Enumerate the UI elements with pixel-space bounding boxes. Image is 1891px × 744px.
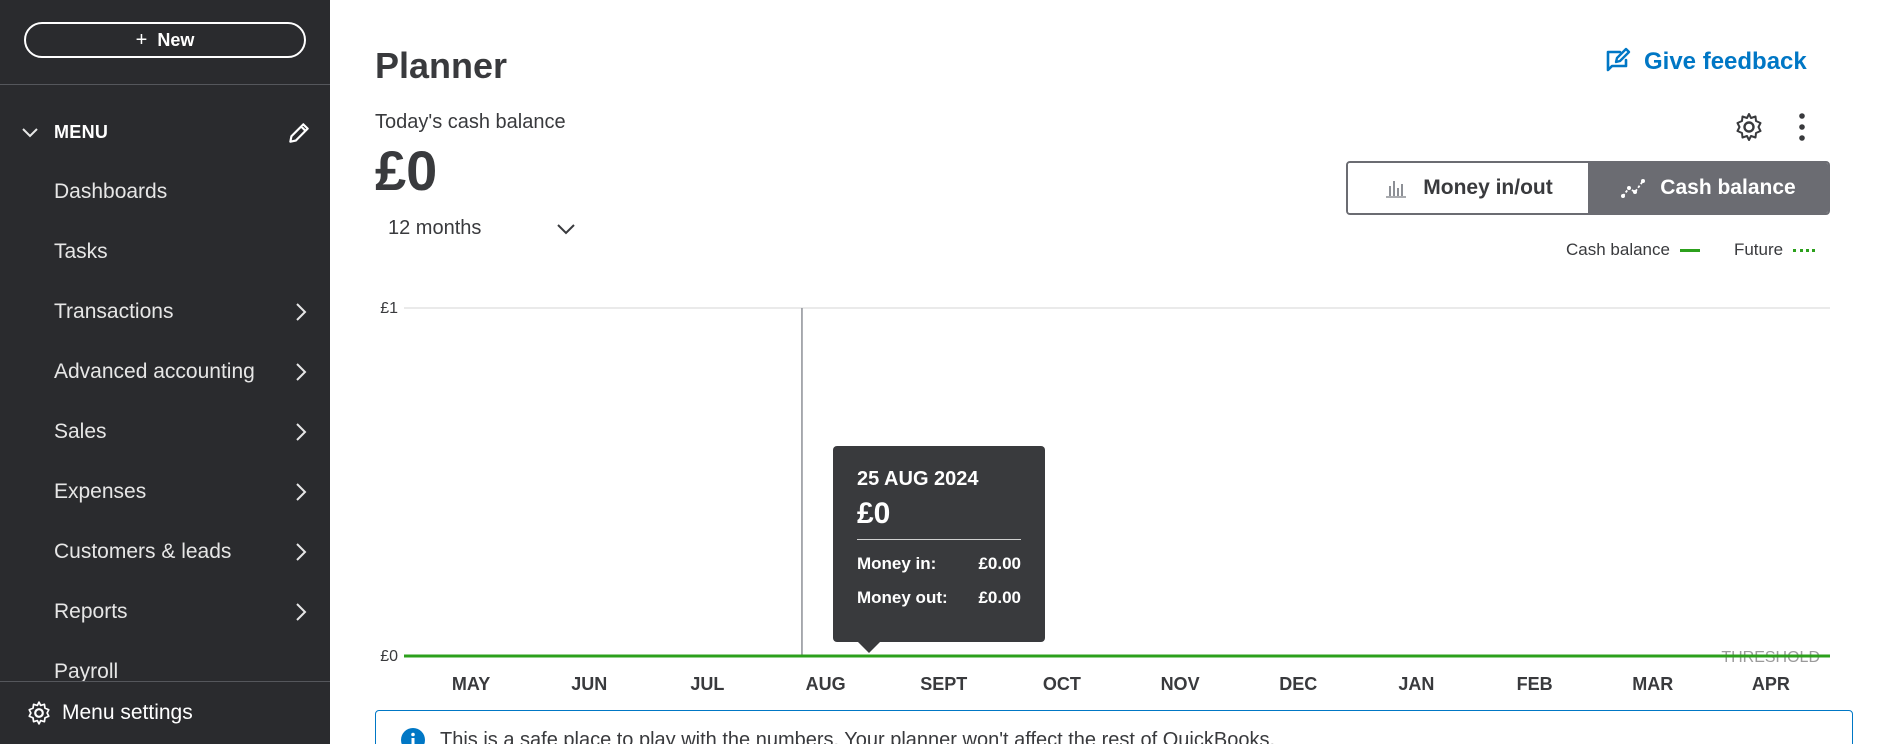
plus-icon: + xyxy=(135,28,148,51)
x-tick-label: DEC xyxy=(1279,674,1317,694)
info-banner-text: This is a safe place to play with the nu… xyxy=(440,728,1276,744)
line-chart-icon xyxy=(1621,179,1646,198)
cash-balance-chart: £1£0 THRESHOLDMAY JUN JUL AUG SEPT OCT NOV DEC JA… xyxy=(380,300,1830,694)
main-content: Planner Give feedback Today's cash balan… xyxy=(330,0,1891,744)
tooltip-date: 25 AUG 2024 xyxy=(857,468,979,490)
tooltip-money-in-label: Money in: xyxy=(857,554,937,573)
chevron-right-icon xyxy=(296,543,307,561)
sidebar-divider xyxy=(0,84,330,85)
bar-chart-icon xyxy=(1386,181,1407,198)
sidebar-item-label: Expenses xyxy=(54,480,147,503)
gear-icon[interactable] xyxy=(1733,111,1765,143)
x-tick-label: MAY xyxy=(452,674,490,694)
menu-label: MENU xyxy=(54,122,109,142)
sidebar-item-expenses[interactable]: Expenses xyxy=(0,462,330,522)
sidebar-item-label: Sales xyxy=(54,420,107,443)
x-tick-label: JAN xyxy=(1398,674,1434,694)
give-feedback-label: Give feedback xyxy=(1644,48,1807,75)
cash-balance-toggle-label: Cash balance xyxy=(1660,176,1796,199)
new-button[interactable]: + New xyxy=(24,22,306,58)
legend-label: Cash balance xyxy=(1566,240,1670,259)
menu-settings-button[interactable]: Menu settings xyxy=(0,681,330,744)
sidebar-item-label: Dashboards xyxy=(54,180,168,203)
tooltip-money-in-row: Money in: £0.00 xyxy=(857,554,1021,574)
chevron-right-icon xyxy=(296,603,307,621)
feedback-icon xyxy=(1606,47,1631,72)
tooltip-value: £0 xyxy=(857,497,1021,540)
chevron-right-icon xyxy=(296,483,307,501)
money-in-out-label: Money in/out xyxy=(1423,176,1553,199)
more-options-icon[interactable] xyxy=(1796,111,1808,143)
app-window: + New MENU Dashboards Tasks Transactions xyxy=(0,0,1891,744)
chevron-down-icon xyxy=(557,224,575,235)
sidebar-item-tasks[interactable]: Tasks xyxy=(0,222,330,282)
sidebar-item-label: Tasks xyxy=(54,240,108,263)
sidebar: + New MENU Dashboards Tasks Transactions xyxy=(0,0,330,744)
cash-balance-label: Today's cash balance xyxy=(375,111,566,133)
give-feedback-link[interactable]: Give feedback xyxy=(1602,46,1807,78)
menu-settings-label: Menu settings xyxy=(62,701,193,724)
view-toggle: Money in/out Cash balance xyxy=(1346,161,1830,215)
x-tick-label: JUN xyxy=(571,674,607,694)
sidebar-item-label: Customers & leads xyxy=(54,540,232,563)
cash-balance-button[interactable]: Cash balance xyxy=(1588,163,1828,213)
legend-swatch-solid xyxy=(1679,248,1700,252)
legend-swatch-dotted xyxy=(1793,248,1816,252)
cash-balance-value: £0 xyxy=(375,139,438,202)
chart-legend: Cash balance Future xyxy=(1566,240,1816,260)
y-tick-label: £0 xyxy=(380,648,398,665)
x-tick-label: APR xyxy=(1752,674,1790,694)
chevron-right-icon xyxy=(296,363,307,381)
sidebar-nav: Dashboards Tasks Transactions Advanced a… xyxy=(0,162,330,702)
tooltip-money-in-value: £0.00 xyxy=(978,554,1021,573)
money-in-out-button[interactable]: Money in/out xyxy=(1348,163,1588,213)
sidebar-item-reports[interactable]: Reports xyxy=(0,582,330,642)
legend-item-cash-balance: Cash balance xyxy=(1566,240,1700,260)
tooltip-money-out-label: Money out: xyxy=(857,588,948,607)
x-tick-label: MAR xyxy=(1632,674,1673,694)
x-tick-label: AUG xyxy=(806,674,846,694)
x-tick-label: JUL xyxy=(690,674,724,694)
chevron-right-icon xyxy=(296,303,307,321)
legend-label: Future xyxy=(1733,240,1784,259)
sidebar-item-transactions[interactable]: Transactions xyxy=(0,282,330,342)
sidebar-item-sales[interactable]: Sales xyxy=(0,402,330,462)
page-title: Planner xyxy=(375,45,508,86)
tooltip-money-out-value: £0.00 xyxy=(978,588,1021,607)
period-dropdown[interactable]: 12 months xyxy=(375,210,595,246)
chart-tooltip: 25 AUG 2024 £0 Money in: £0.00 Money out… xyxy=(833,446,1045,653)
menu-header[interactable]: MENU xyxy=(0,116,330,148)
gear-icon xyxy=(28,701,50,725)
x-tick-label: SEPT xyxy=(920,674,967,694)
sidebar-item-label: Transactions xyxy=(54,300,174,323)
sidebar-item-advanced-accounting[interactable]: Advanced accounting xyxy=(0,342,330,402)
tooltip-money-out-row: Money out: £0.00 xyxy=(857,588,1021,608)
info-banner: This is a safe place to play with the nu… xyxy=(375,710,1853,744)
x-tick-label: OCT xyxy=(1043,674,1081,694)
chevron-down-icon[interactable] xyxy=(20,122,40,142)
x-tick-label: FEB xyxy=(1517,674,1553,694)
y-tick-label: £1 xyxy=(380,300,398,317)
pencil-icon[interactable] xyxy=(286,120,312,146)
period-value: 12 months xyxy=(388,216,482,239)
sidebar-item-customers-leads[interactable]: Customers & leads xyxy=(0,522,330,582)
chevron-right-icon xyxy=(296,423,307,441)
chevron-down-icon[interactable] xyxy=(1798,737,1822,744)
sidebar-item-label: Advanced accounting xyxy=(54,360,255,383)
sidebar-item-dashboards[interactable]: Dashboards xyxy=(0,162,330,222)
sidebar-item-label: Reports xyxy=(54,600,128,623)
info-icon xyxy=(401,728,425,744)
legend-item-future: Future xyxy=(1733,240,1816,260)
x-tick-label: NOV xyxy=(1161,674,1200,694)
new-button-label: New xyxy=(157,29,195,50)
